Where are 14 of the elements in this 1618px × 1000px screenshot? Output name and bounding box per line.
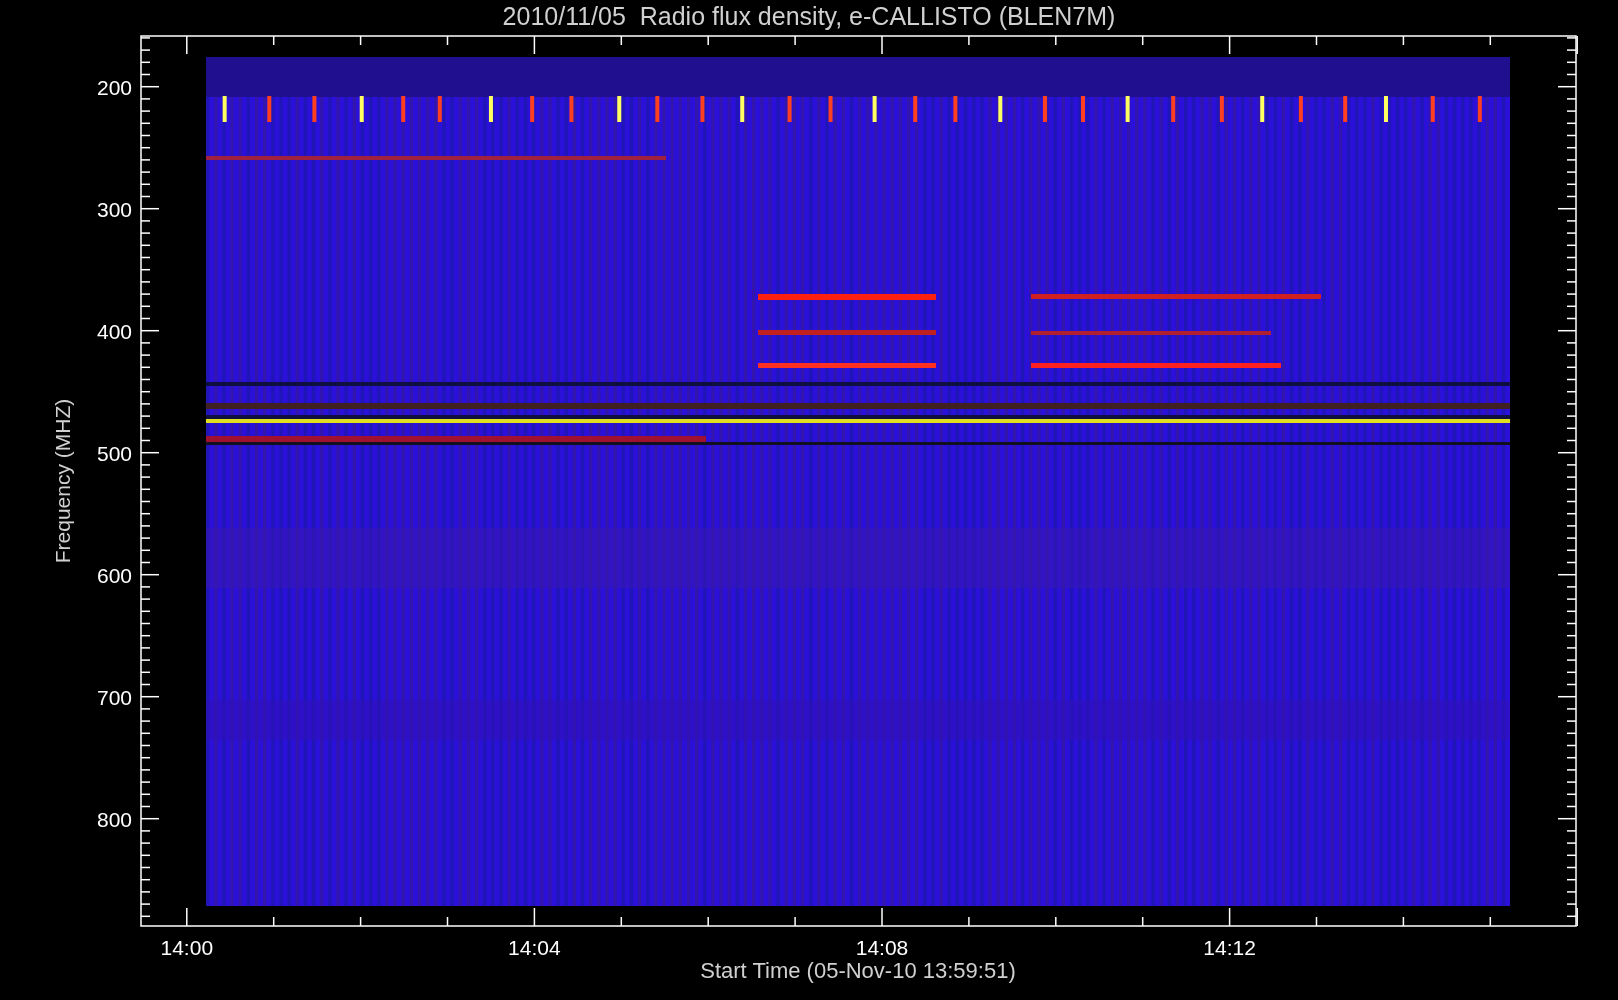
- y-tick-label: 800: [96, 807, 132, 831]
- y-tick-label: 700: [96, 685, 132, 709]
- x-tick-label: 14:00: [160, 936, 214, 959]
- y-tick-label: 600: [96, 563, 132, 587]
- chart-title: 2010/11/05 Radio flux density, e-CALLISTO (BLEN7M): [502, 2, 1116, 30]
- x-tick-label: 14:04: [508, 936, 561, 959]
- x-axis-label: Start Time (05-Nov-10 13:59:51): [700, 958, 1016, 983]
- y-axis-label: Frequency (MHZ): [51, 398, 74, 564]
- x-tick-label: 14:08: [855, 936, 909, 959]
- x-tick-label: 14:12: [1203, 936, 1256, 959]
- y-tick-label: 300: [96, 197, 132, 221]
- y-tick-label: 500: [96, 441, 132, 465]
- y-tick-label: 200: [96, 75, 132, 99]
- y-tick-label: 400: [96, 319, 132, 343]
